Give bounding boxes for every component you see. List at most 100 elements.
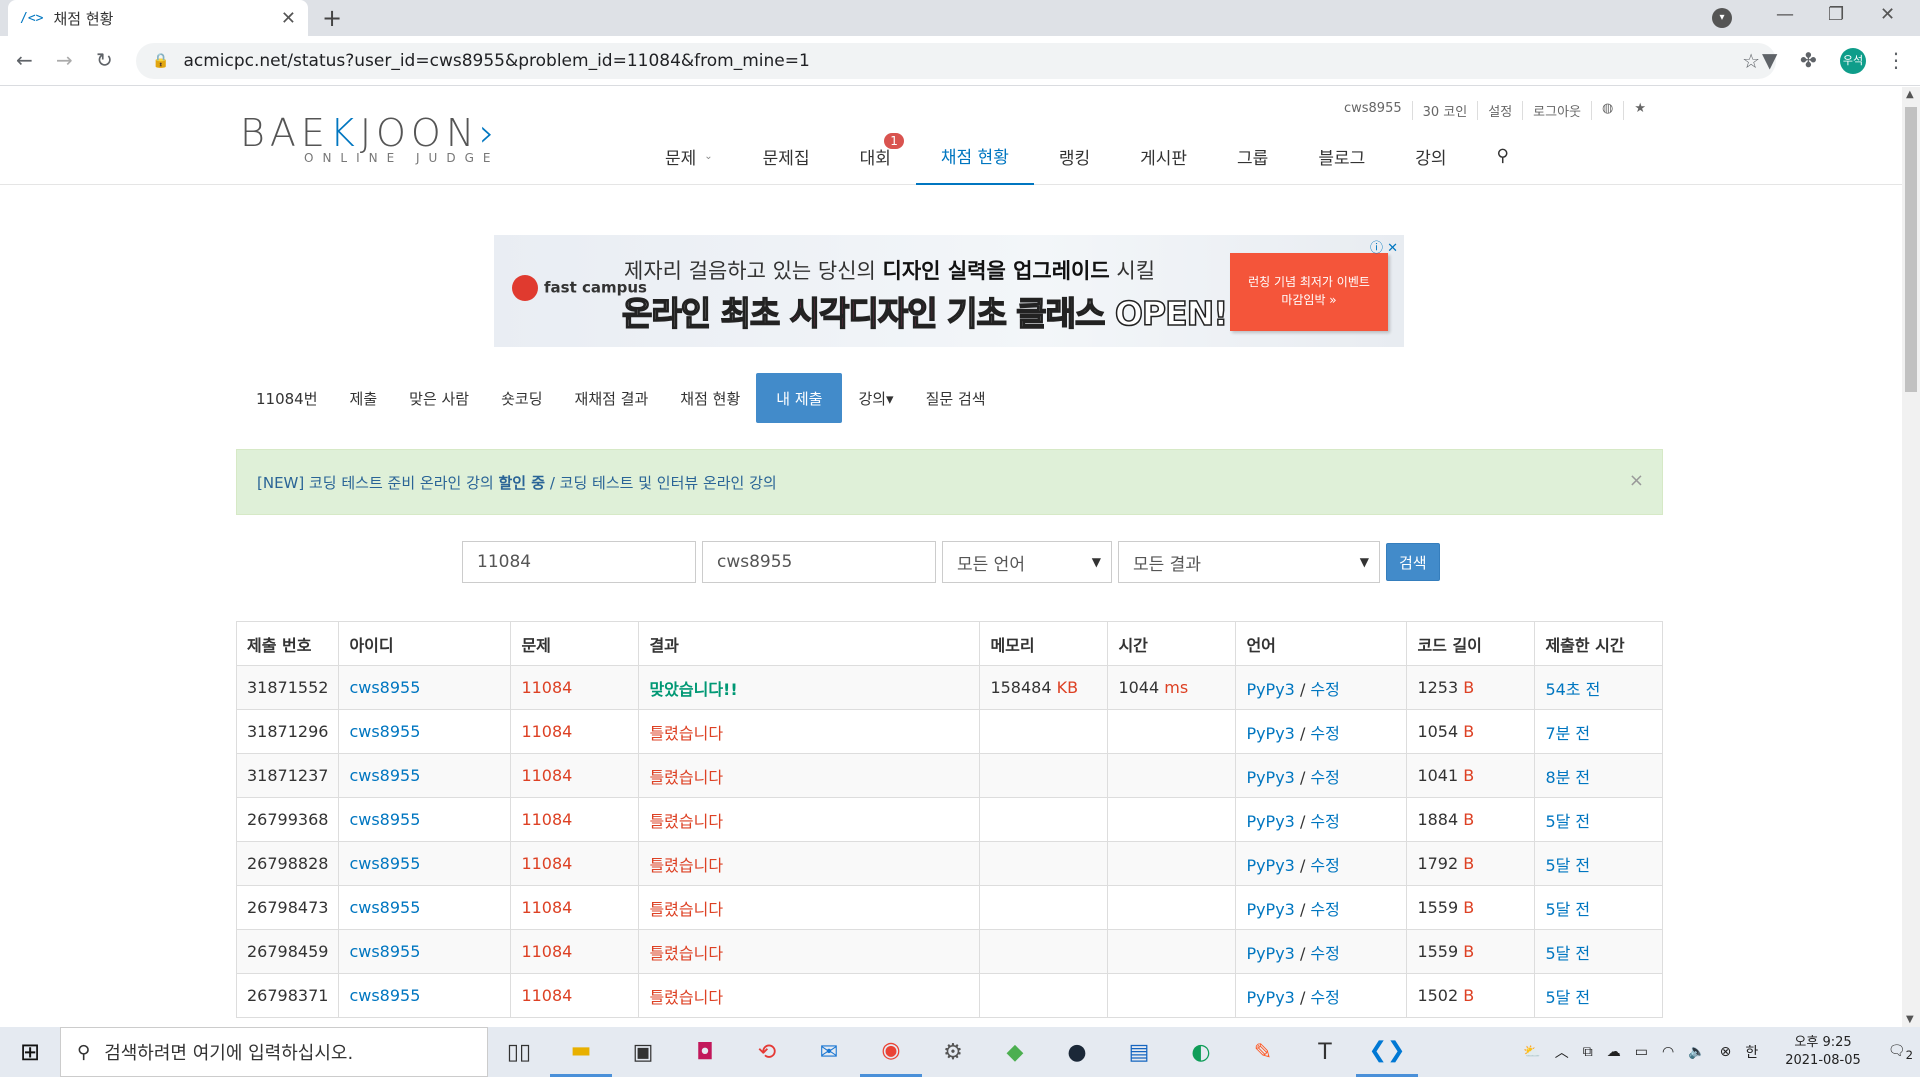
nav-status[interactable]: 채점 현황	[915, 127, 1034, 185]
clock[interactable]: 오후 9:25 2021-08-05	[1785, 1034, 1861, 1070]
subnav-submit[interactable]: 제출	[334, 373, 394, 423]
submitted-time-link[interactable]: 7분 전	[1545, 724, 1590, 743]
user-link[interactable]: cws8955	[349, 942, 420, 961]
user-link[interactable]: cws8955	[349, 810, 420, 829]
scrollbar-thumb[interactable]	[1905, 107, 1917, 392]
submitted-time-link[interactable]: 5달 전	[1545, 856, 1590, 875]
language-link[interactable]: PyPy3	[1246, 900, 1294, 919]
star-icon[interactable]: ★	[1623, 101, 1656, 120]
volume-icon[interactable]: 🔈	[1688, 1044, 1705, 1060]
tab-search-icon[interactable]: ▾	[1712, 8, 1732, 28]
page-scrollbar[interactable]: ▲ ▼	[1902, 87, 1920, 1027]
language-select[interactable]: 모든 언어 ▼	[942, 541, 1112, 583]
file-explorer-icon[interactable]: ▬	[550, 1027, 612, 1077]
problem-link[interactable]: 11084	[521, 942, 572, 961]
windows-start-icon[interactable]: ⊞	[0, 1038, 60, 1066]
user-id-input[interactable]: cws8955	[702, 541, 936, 583]
cloud-icon[interactable]: ☁	[1607, 1044, 1621, 1060]
network-app-icon[interactable]: ⧉	[1583, 1044, 1593, 1060]
problem-link[interactable]: 11084	[521, 766, 572, 785]
subnav-solved[interactable]: 맞은 사람	[393, 373, 485, 423]
submitted-time-link[interactable]: 8분 전	[1545, 768, 1590, 787]
user-link[interactable]: cws8955	[349, 854, 420, 873]
wifi-icon[interactable]: ◠	[1662, 1044, 1674, 1060]
nav-lecture[interactable]: 강의	[1390, 127, 1471, 185]
problem-link[interactable]: 11084	[521, 986, 572, 1005]
edit-link[interactable]: 수정	[1310, 812, 1339, 831]
chevron-up-icon[interactable]: ︿	[1555, 1042, 1569, 1062]
typora-icon[interactable]: T	[1294, 1040, 1356, 1065]
nav-board[interactable]: 게시판	[1115, 127, 1212, 185]
subnav-lecture[interactable]: 강의▾	[842, 373, 909, 423]
sync-app-icon[interactable]: ⟲	[736, 1040, 798, 1065]
back-button[interactable]: ←	[16, 48, 33, 72]
nav-ranking[interactable]: 랭킹	[1034, 127, 1115, 185]
subnav-short-coding[interactable]: 숏코딩	[485, 373, 558, 423]
vscode-icon[interactable]: ❮❯	[1356, 1027, 1418, 1077]
search-icon[interactable]: ⚲	[1472, 127, 1534, 185]
submitted-time-link[interactable]: 5달 전	[1545, 988, 1590, 1007]
subnav-my-submissions[interactable]: 내 제출	[756, 373, 843, 423]
user-link[interactable]: cws8955	[349, 766, 420, 785]
notification-icon[interactable]: 🗨2	[1888, 1043, 1913, 1062]
globe-icon[interactable]: ◍	[1591, 101, 1623, 120]
nav-contest[interactable]: 대회 1	[835, 127, 916, 185]
ad-info-close-icon[interactable]: ⓘ ✕	[1370, 237, 1398, 256]
close-icon[interactable]: ×	[1629, 470, 1644, 491]
language-link[interactable]: PyPy3	[1246, 856, 1294, 875]
search-button[interactable]: 검색	[1386, 543, 1440, 581]
close-window-button[interactable]: ✕	[1880, 4, 1895, 25]
settings-link[interactable]: 설정	[1477, 101, 1522, 120]
steam-icon[interactable]: ●	[1046, 1040, 1108, 1065]
task-view-icon[interactable]: ▯▯	[488, 1040, 550, 1065]
subnav-status[interactable]: 채점 현황	[664, 373, 756, 423]
bookmark-star-icon[interactable]: ☆	[1742, 49, 1760, 73]
user-link[interactable]: cws8955	[349, 898, 420, 917]
problem-id-input[interactable]: 11084	[462, 541, 696, 583]
minimize-button[interactable]: —	[1776, 4, 1794, 25]
colorful-app-icon[interactable]: ◆	[984, 1040, 1046, 1065]
restore-button[interactable]: ❐	[1828, 4, 1844, 25]
user-link[interactable]: cws8955	[349, 678, 420, 697]
taskbar-search[interactable]: ⚲ 검색하려면 여기에 입력하십시오.	[60, 1027, 488, 1077]
new-tab-button[interactable]: +	[322, 4, 342, 32]
coin-link[interactable]: 30 코인	[1411, 101, 1478, 120]
problem-link[interactable]: 11084	[521, 810, 572, 829]
submitted-time-link[interactable]: 5달 전	[1545, 900, 1590, 919]
tab-close-icon[interactable]: ✕	[281, 8, 296, 29]
nav-group[interactable]: 그룹	[1212, 127, 1293, 185]
edge-icon[interactable]: ◐	[1170, 1040, 1232, 1065]
browser-tab[interactable]: /<> 채점 현황 ✕	[8, 0, 308, 36]
problem-link[interactable]: 11084	[521, 854, 572, 873]
edit-link[interactable]: 수정	[1310, 680, 1339, 699]
reader-icon[interactable]: ▤	[1108, 1040, 1170, 1065]
site-logo[interactable]: BAEKJOON› ONLINE JUDGE	[240, 111, 499, 165]
browser-menu-icon[interactable]: ⋮	[1886, 48, 1906, 72]
language-link[interactable]: PyPy3	[1246, 812, 1294, 831]
user-id-link[interactable]: cws8955	[1334, 101, 1412, 120]
language-link[interactable]: PyPy3	[1246, 724, 1294, 743]
app-icon[interactable]: ◘	[674, 1040, 736, 1065]
mute-icon[interactable]: ⊗	[1720, 1044, 1732, 1060]
battery-icon[interactable]: ▭	[1635, 1044, 1648, 1060]
store-icon[interactable]: ▣	[612, 1040, 674, 1065]
submitted-time-link[interactable]: 5달 전	[1545, 812, 1590, 831]
pencil-app-icon[interactable]: ✎	[1232, 1040, 1294, 1065]
language-link[interactable]: PyPy3	[1246, 768, 1294, 787]
problem-link[interactable]: 11084	[521, 678, 572, 697]
scroll-up-icon[interactable]: ▲	[1906, 89, 1914, 100]
subnav-problem[interactable]: 11084번	[240, 373, 334, 423]
profile-avatar[interactable]: 우석	[1840, 48, 1866, 74]
language-link[interactable]: PyPy3	[1246, 680, 1294, 699]
forward-button[interactable]: →	[56, 48, 73, 72]
problem-link[interactable]: 11084	[521, 898, 572, 917]
chrome-icon[interactable]: ◉	[860, 1027, 922, 1077]
alert-link[interactable]: [NEW] 코딩 테스트 준비 온라인 강의 할인 중 / 코딩 테스트 및 인…	[257, 472, 777, 493]
nav-workbook[interactable]: 문제집	[738, 127, 835, 185]
nav-problems[interactable]: 문제 ⌄	[640, 127, 738, 185]
weather-icon[interactable]: ⛅	[1523, 1044, 1540, 1060]
edit-link[interactable]: 수정	[1310, 900, 1339, 919]
scroll-down-icon[interactable]: ▼	[1906, 1014, 1914, 1025]
extensions-puzzle-icon[interactable]: ✤	[1800, 48, 1817, 72]
user-link[interactable]: cws8955	[349, 986, 420, 1005]
